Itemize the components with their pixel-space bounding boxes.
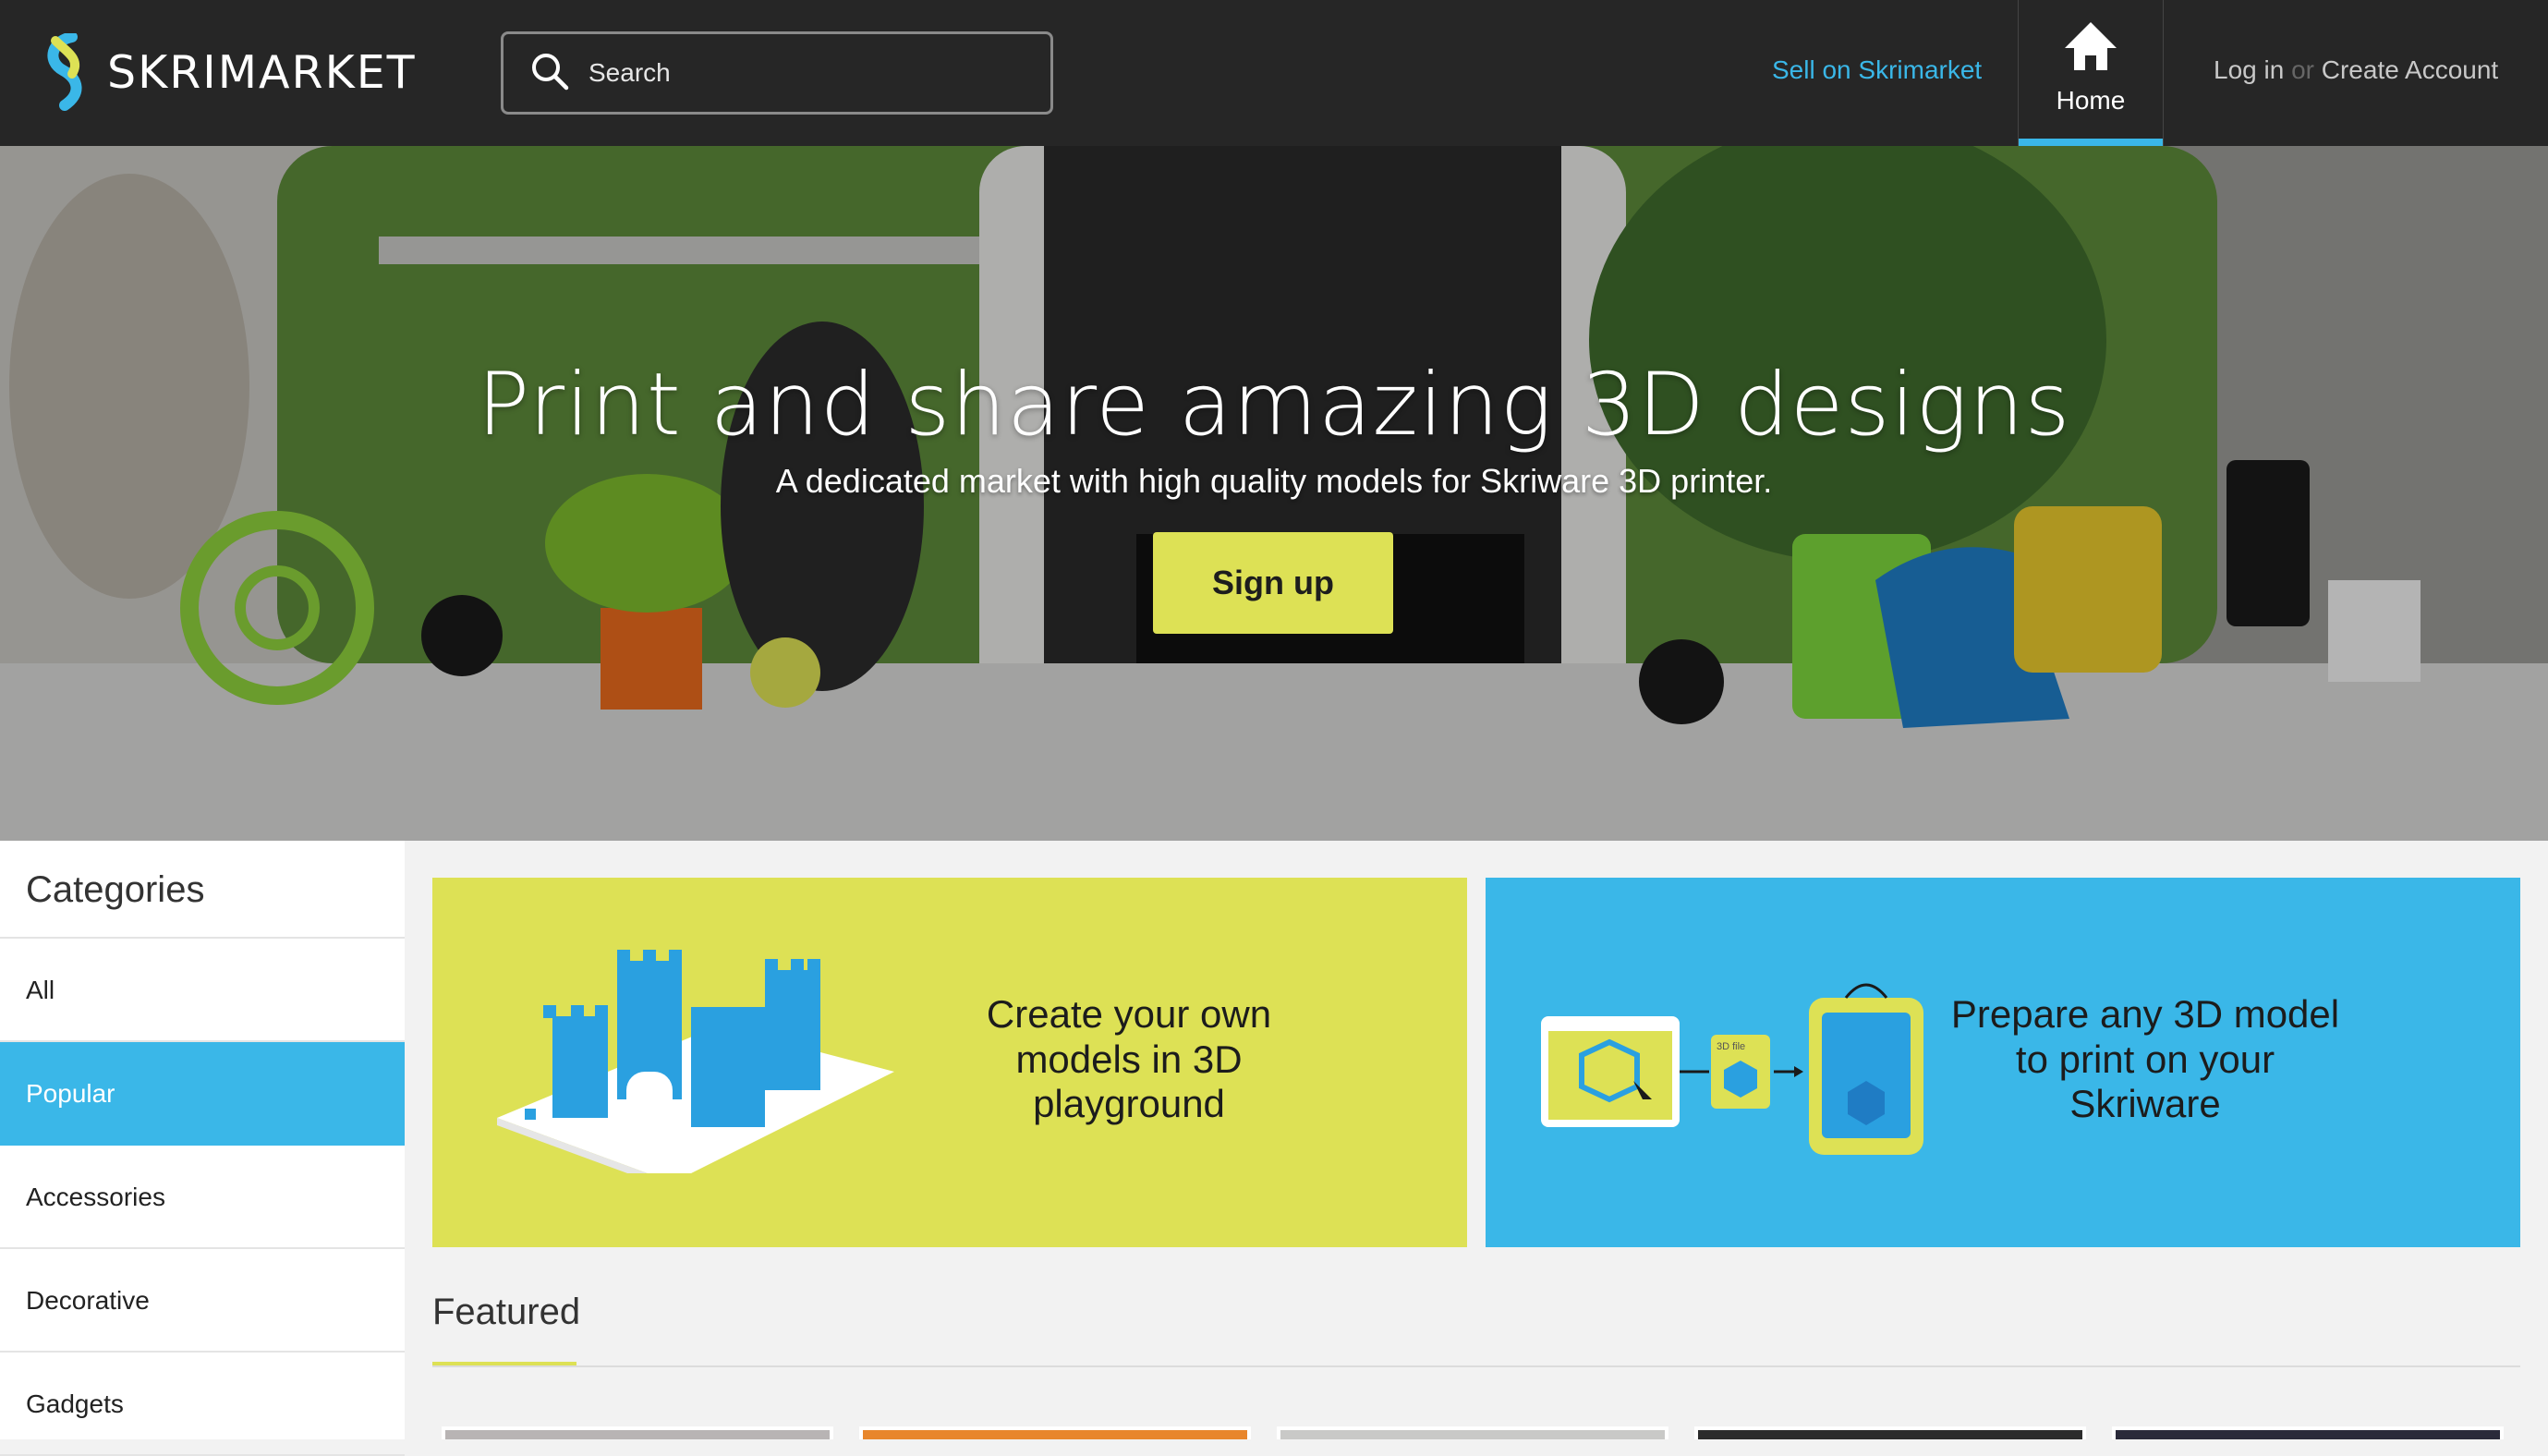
featured-card[interactable] (2112, 1426, 2504, 1439)
active-tab-indicator (2019, 139, 2163, 146)
promo-prepare-line2: to print on your (2015, 1037, 2275, 1081)
file-tag-label: 3D file (1717, 1041, 1745, 1052)
brand-name: SKRIMARKET (107, 45, 417, 99)
hero-title: Print and share amazing 3D designs (477, 355, 2071, 455)
login-link[interactable]: Log in (2214, 55, 2284, 84)
promo-prepare-text: Prepare any 3D model to print on your Sk… (1923, 992, 2367, 1127)
create-account-link[interactable]: Create Account (2322, 55, 2498, 84)
auth-separator: or (2291, 55, 2314, 84)
promo-prepare-model[interactable]: 3D file Prepare any 3D model to print on… (1486, 878, 2520, 1247)
category-all[interactable]: All (0, 939, 405, 1042)
featured-card[interactable] (859, 1426, 1251, 1439)
home-icon (2063, 20, 2118, 77)
search-icon (529, 51, 570, 96)
promo-playground-line2: models in 3D (1015, 1037, 1243, 1081)
featured-card[interactable] (442, 1426, 833, 1439)
castle-model-illustration (497, 950, 894, 1173)
auth-links: Log in or Create Account (2214, 55, 2498, 85)
category-gadgets[interactable]: Gadgets (0, 1353, 405, 1456)
skrimarket-logo-icon (44, 31, 94, 111)
home-tab-label: Home (2056, 86, 2126, 115)
category-accessories[interactable]: Accessories (0, 1146, 405, 1249)
signup-button[interactable]: Sign up (1153, 532, 1393, 634)
category-decorative[interactable]: Decorative (0, 1249, 405, 1353)
sell-on-skrimarket-link[interactable]: Sell on Skrimarket (1772, 55, 1982, 85)
hero-subtitle: A dedicated market with high quality mod… (775, 462, 1773, 500)
category-popular[interactable]: Popular (0, 1042, 405, 1146)
brand-logo-link[interactable]: SKRIMARKET (44, 31, 417, 111)
categories-sidebar: Categories All Popular Accessories Decor… (0, 841, 405, 1456)
promo-prepare-line3: Skriware (2069, 1082, 2221, 1126)
featured-card[interactable] (1277, 1426, 1668, 1439)
featured-card[interactable] (1694, 1426, 2086, 1439)
promo-playground-line3: playground (1033, 1082, 1225, 1126)
search-input[interactable] (588, 58, 1013, 88)
promo-prepare-line1: Prepare any 3D model (1950, 992, 2340, 1036)
categories-title: Categories (0, 841, 405, 939)
top-navigation-bar: SKRIMARKET Sell on Skrimarket Home Log i… (0, 0, 2548, 146)
promo-playground-text: Create your own models in 3D playground (907, 992, 1351, 1127)
nav-home-tab[interactable]: Home (2018, 0, 2164, 146)
hero-banner: Print and share amazing 3D designs A ded… (0, 146, 2548, 841)
featured-divider (432, 1365, 2520, 1367)
featured-section-title: Featured (432, 1292, 581, 1332)
prepare-model-illustration: 3D file (1541, 983, 1923, 1155)
search-box[interactable] (501, 31, 1053, 115)
promo-playground-line1: Create your own (986, 992, 1272, 1036)
promo-3d-playground[interactable]: Create your own models in 3D playground (432, 878, 1467, 1247)
